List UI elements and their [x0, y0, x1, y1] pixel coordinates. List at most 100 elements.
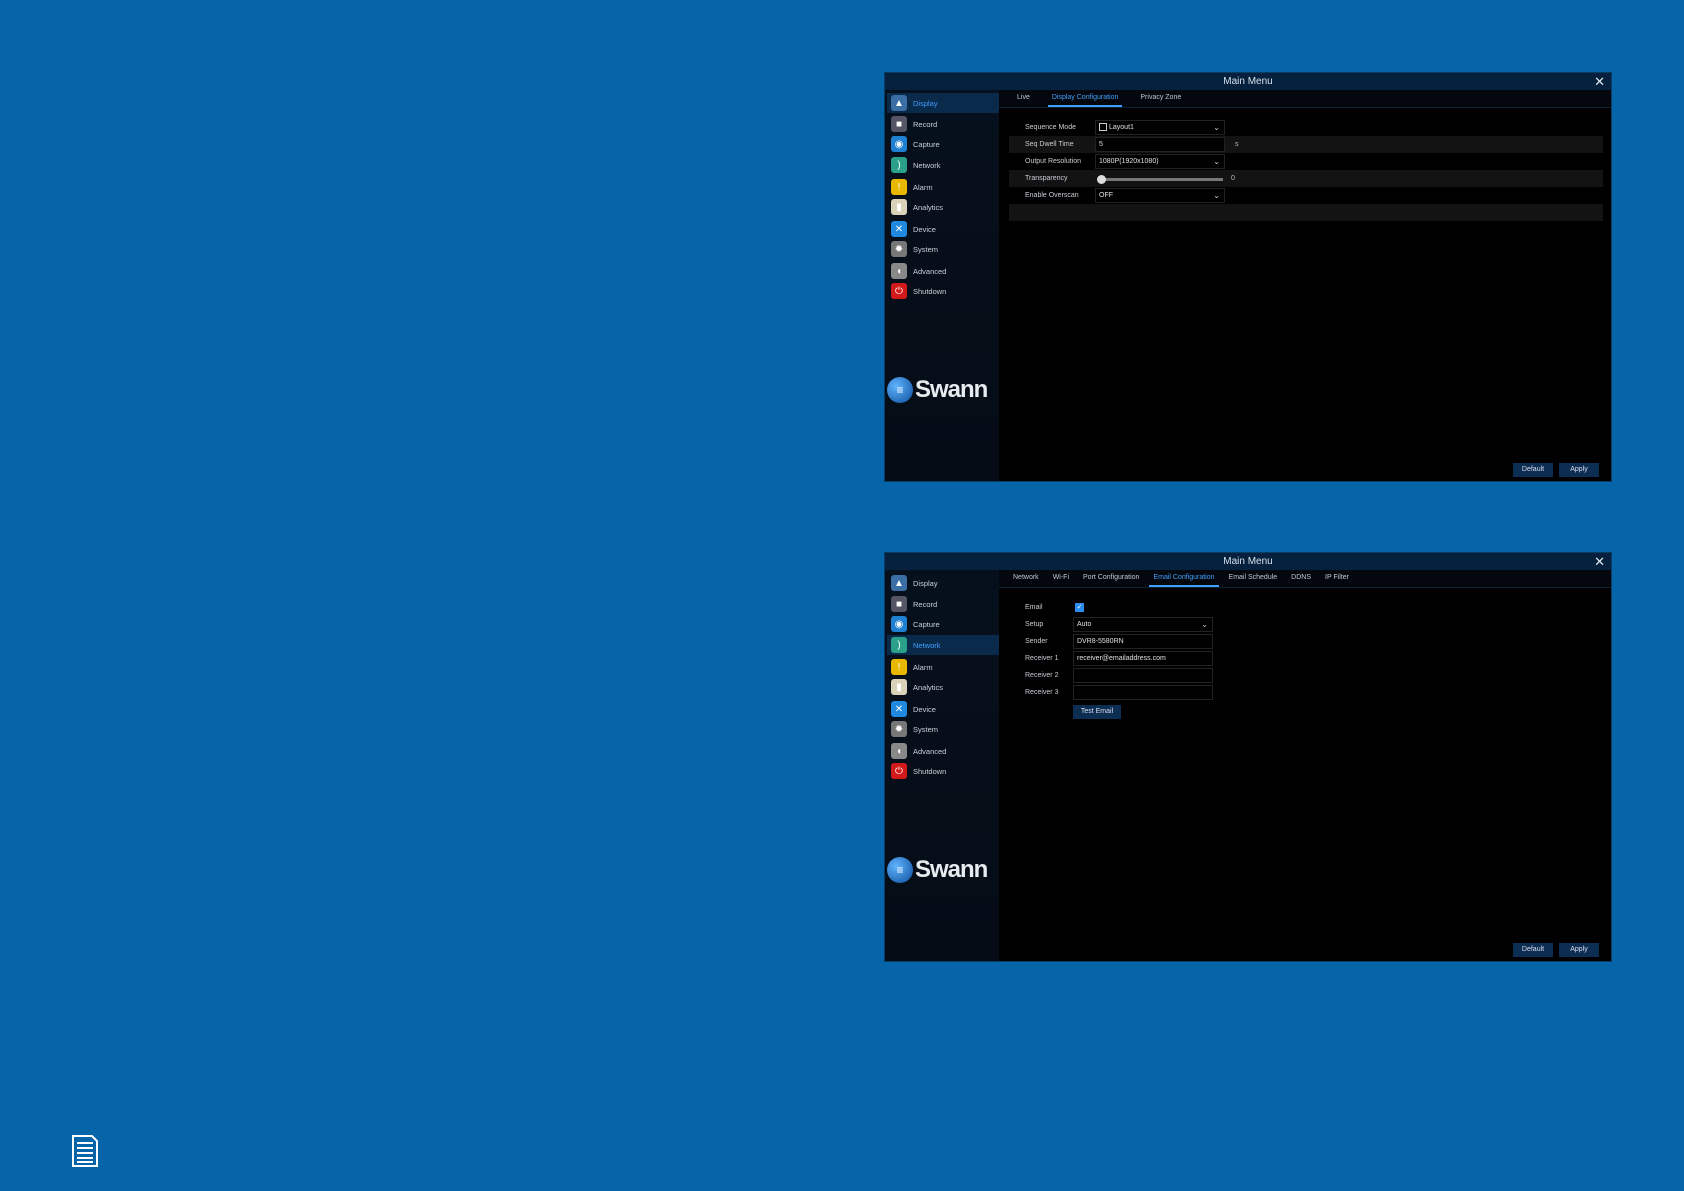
- layout-checkbox[interactable]: [1099, 123, 1107, 132]
- network-icon: ): [891, 637, 907, 653]
- dwell-time-input[interactable]: 5: [1095, 137, 1225, 152]
- tab-email-schedule[interactable]: Email Schedule: [1225, 570, 1282, 587]
- overscan-value: OFF: [1099, 192, 1113, 199]
- transparency-row: Transparency 0: [1009, 170, 1603, 187]
- apply-button[interactable]: Apply: [1559, 943, 1599, 957]
- test-email-button[interactable]: Test Email: [1073, 705, 1121, 719]
- swann-globe-icon: ≡: [887, 377, 913, 403]
- tab-live[interactable]: Live: [1013, 90, 1034, 107]
- tab-display-configuration[interactable]: Display Configuration: [1047, 90, 1123, 107]
- window-title: Main Menu: [1223, 556, 1273, 567]
- sequence-mode-row: Sequence Mode Layout1 ⌄: [1009, 119, 1603, 136]
- swann-logo: ≡ Swann: [887, 853, 997, 887]
- slider-knob[interactable]: [1097, 175, 1106, 184]
- sidebar-item-device[interactable]: ✕ Device: [887, 219, 999, 239]
- sidebar-item-shutdown[interactable]: ⏻ Shutdown: [887, 761, 999, 781]
- sender-row: Sender DVR8-5580RN: [1009, 633, 1603, 650]
- window-title: Main Menu: [1223, 76, 1273, 87]
- transparency-value: 0: [1231, 175, 1235, 182]
- display-config-window: Main Menu ✕ ▲ Display ■ Record ◉ Capture) Netwo…: [884, 72, 1612, 482]
- transparency-slider[interactable]: [1097, 175, 1223, 184]
- receiver2-input[interactable]: [1073, 668, 1213, 683]
- email-row: Email ✓: [1009, 599, 1603, 616]
- sidebar-item-analytics[interactable]: ▮ Analytics: [887, 677, 999, 697]
- camera-icon: ◉: [891, 616, 907, 632]
- sidebar-item-shutdown[interactable]: ⏻ Shutdown: [887, 281, 999, 301]
- gear-icon: ✹: [891, 241, 907, 257]
- sidebar-item-label: Shutdown: [913, 286, 947, 296]
- sender-input[interactable]: DVR8-5580RN: [1073, 634, 1213, 649]
- receiver1-row: Receiver 1 receiver@emailaddress.com: [1009, 650, 1603, 667]
- sidebar-item-label: Analytics: [913, 202, 944, 212]
- swann-globe-icon: ≡: [887, 857, 913, 883]
- apply-button[interactable]: Apply: [1559, 463, 1599, 477]
- sidebar-item-label: Display: [913, 578, 938, 588]
- resolution-select[interactable]: 1080P(1920x1080) ⌄: [1095, 154, 1225, 169]
- sidebar: ▲ Display ■ Record ◉ Capture ) Network! Alarm ▮ An…: [885, 570, 999, 961]
- analytics-icon: ▮: [891, 199, 907, 215]
- sidebar-item-label: Device: [913, 704, 936, 714]
- sidebar-item-label: Shutdown: [913, 766, 947, 776]
- sender-value: DVR8-5580RN: [1077, 638, 1124, 645]
- email-checkbox[interactable]: ✓: [1075, 603, 1084, 612]
- sequence-mode-select[interactable]: Layout1 ⌄: [1095, 120, 1225, 135]
- sidebar-item-display[interactable]: ▲ Display: [887, 573, 999, 593]
- sidebar-item-advanced[interactable]: ◖ Advanced: [887, 261, 999, 281]
- network-icon: ): [891, 157, 907, 173]
- logo-text: Swann: [915, 856, 988, 883]
- document-icon: [72, 1135, 98, 1167]
- sidebar-item-capture[interactable]: ◉ Capture: [887, 134, 999, 154]
- overscan-select[interactable]: OFF ⌄: [1095, 188, 1225, 203]
- tab-privacy-zone[interactable]: Privacy Zone: [1136, 90, 1185, 107]
- sidebar-item-system[interactable]: ✹ System: [887, 239, 999, 259]
- tab-ip-filter[interactable]: IP Filter: [1321, 570, 1353, 587]
- resolution-label: Output Resolution: [1025, 158, 1082, 165]
- display-icon: ▲: [891, 95, 907, 111]
- tab-network[interactable]: Network: [1009, 570, 1043, 587]
- receiver2-label: Receiver 2: [1025, 672, 1059, 679]
- sidebar-item-label: System: [913, 724, 939, 734]
- sidebar-item-label: Analytics: [913, 682, 944, 692]
- sidebar-item-device[interactable]: ✕ Device: [887, 699, 999, 719]
- tab-wifi[interactable]: Wi-Fi: [1049, 570, 1073, 587]
- sidebar-item-capture[interactable]: ◉ Capture: [887, 614, 999, 634]
- sidebar-item-record[interactable]: ■ Record: [887, 114, 999, 134]
- sidebar-item-network[interactable]: ) Network: [887, 155, 999, 175]
- close-icon[interactable]: ✕: [1594, 73, 1605, 90]
- sidebar-item-display[interactable]: ▲ Display: [887, 93, 999, 113]
- receiver1-input[interactable]: receiver@emailaddress.com: [1073, 651, 1213, 666]
- sidebar-item-label: Display: [913, 98, 938, 108]
- sidebar-item-alarm[interactable]: ! Alarm: [887, 177, 999, 197]
- tab-email-configuration[interactable]: Email Configuration: [1149, 570, 1219, 587]
- dwell-time-value: 5: [1099, 141, 1103, 148]
- sidebar-item-advanced[interactable]: ◖ Advanced: [887, 741, 999, 761]
- default-button[interactable]: Default: [1513, 463, 1553, 477]
- sidebar-item-record[interactable]: ■ Record: [887, 594, 999, 614]
- sidebar-item-label: Capture: [913, 619, 940, 629]
- dwell-time-label: Seq Dwell Time: [1025, 141, 1074, 148]
- sidebar-item-label: Alarm: [913, 182, 933, 192]
- sidebar-item-label: Advanced: [913, 746, 947, 756]
- alarm-icon: !: [891, 179, 907, 195]
- receiver3-input[interactable]: [1073, 685, 1213, 700]
- tab-port-configuration[interactable]: Port Configuration: [1079, 570, 1143, 587]
- sidebar-item-system[interactable]: ✹ System: [887, 719, 999, 739]
- sidebar-item-analytics[interactable]: ▮ Analytics: [887, 197, 999, 217]
- title-bar: Main Menu ✕: [885, 553, 1611, 570]
- setup-select[interactable]: Auto ⌄: [1073, 617, 1213, 632]
- close-icon[interactable]: ✕: [1594, 553, 1605, 570]
- setup-row: Setup Auto ⌄: [1009, 616, 1603, 633]
- sequence-mode-label: Sequence Mode: [1025, 124, 1076, 131]
- chevron-down-icon: ⌄: [1213, 191, 1220, 200]
- tab-bar: Network Wi-Fi Port Configuration Email C…: [999, 570, 1611, 588]
- dwell-unit: s: [1235, 141, 1239, 148]
- sidebar-item-alarm[interactable]: ! Alarm: [887, 657, 999, 677]
- receiver2-row: Receiver 2: [1009, 667, 1603, 684]
- sidebar-item-network[interactable]: ) Network: [887, 635, 999, 655]
- title-bar: Main Menu ✕: [885, 73, 1611, 90]
- receiver1-label: Receiver 1: [1025, 655, 1059, 662]
- record-icon: ■: [891, 596, 907, 612]
- email-config-window: Main Menu ✕ ▲ Display ■ Record ◉ Capture) Netwo…: [884, 552, 1612, 962]
- tab-ddns[interactable]: DDNS: [1287, 570, 1315, 587]
- default-button[interactable]: Default: [1513, 943, 1553, 957]
